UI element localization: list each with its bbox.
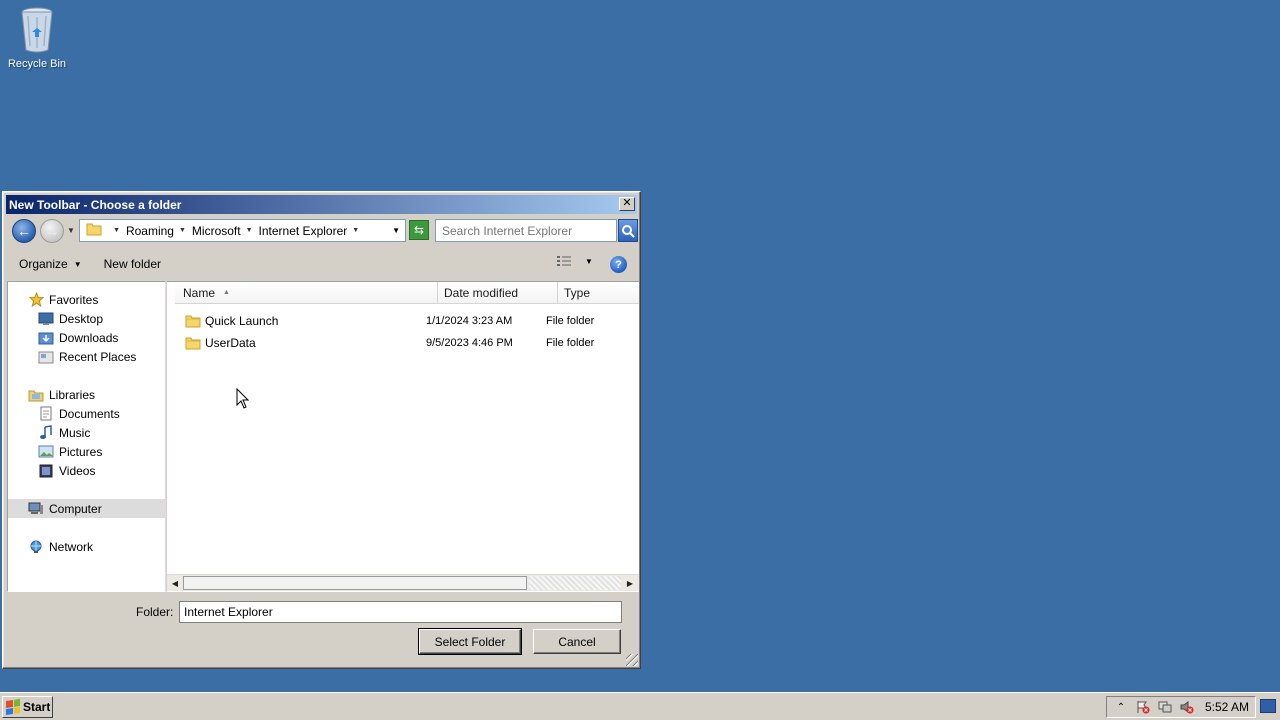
recycle-bin-shortcut[interactable]: Recycle Bin: [6, 6, 68, 70]
nav-videos[interactable]: Videos: [8, 461, 165, 480]
forward-button[interactable]: →: [40, 219, 64, 243]
videos-icon: [38, 463, 54, 479]
file-name: Quick Launch: [205, 314, 279, 328]
search-icon: [622, 224, 635, 238]
scroll-left-icon[interactable]: ◀: [168, 576, 182, 590]
chevron-down-icon: ▼: [245, 227, 253, 234]
breadcrumb-root-chevron[interactable]: ▼: [108, 227, 120, 234]
file-list[interactable]: Name ▲ Date modified Type Quick Launch 1…: [167, 281, 639, 592]
file-date: 1/1/2024 3:23 AM: [426, 315, 513, 327]
organize-button[interactable]: Organize ▼: [13, 257, 88, 271]
taskbar: Start ⌃ 5:52 AM: [0, 692, 1280, 720]
search-button[interactable]: [618, 219, 638, 242]
show-desktop-button[interactable]: [1260, 699, 1276, 713]
close-icon: ✕: [622, 197, 632, 209]
file-type: File folder: [546, 315, 595, 327]
action-center-icon[interactable]: [1135, 699, 1151, 715]
address-history-dropdown[interactable]: ▼: [392, 226, 400, 235]
nav-libraries[interactable]: Libraries: [8, 385, 165, 404]
downloads-icon: [38, 330, 54, 346]
file-row[interactable]: UserData 9/5/2023 4:46 PM File folder: [185, 332, 635, 354]
start-button[interactable]: Start: [2, 696, 53, 718]
close-button[interactable]: ✕: [619, 197, 635, 211]
horizontal-scrollbar[interactable]: ◀ ▶: [167, 574, 639, 591]
chevron-down-icon[interactable]: ▼: [585, 257, 593, 266]
nav-computer[interactable]: Computer: [8, 499, 165, 518]
show-hidden-icons-icon[interactable]: ⌃: [1113, 699, 1129, 715]
forward-arrow-icon: →: [45, 223, 59, 239]
help-icon: ?: [615, 258, 622, 271]
change-view-button[interactable]: ▼: [557, 256, 593, 266]
nav-network[interactable]: Network: [8, 537, 165, 556]
scroll-right-icon[interactable]: ▶: [623, 576, 637, 590]
scrollbar-track[interactable]: [529, 576, 621, 590]
nav-recent-places[interactable]: Recent Places: [8, 347, 165, 366]
nav-favorites[interactable]: Favorites: [8, 290, 165, 309]
choose-folder-dialog: New Toolbar - Choose a folder ✕ ← → ▼ ▼ …: [2, 191, 641, 669]
breadcrumb-internet-explorer[interactable]: Internet Explorer ▼: [259, 224, 360, 238]
nav-desktop[interactable]: Desktop: [8, 309, 165, 328]
refresh-icon: ⇆: [413, 223, 425, 237]
nav-music[interactable]: Music: [8, 423, 165, 442]
breadcrumb-roaming[interactable]: Roaming ▼: [126, 224, 186, 238]
cancel-button[interactable]: Cancel: [533, 629, 621, 654]
sort-ascending-icon: ▲: [223, 289, 230, 296]
file-name: UserData: [205, 336, 256, 350]
scrollbar-thumb[interactable]: [183, 576, 527, 590]
computer-icon: [28, 501, 44, 517]
refresh-button[interactable]: ⇆: [409, 220, 429, 240]
help-button[interactable]: ?: [610, 256, 627, 273]
chevron-down-icon: ▼: [352, 227, 360, 234]
column-header-name[interactable]: Name ▲: [175, 282, 438, 304]
details-view-icon: [557, 256, 571, 266]
network-status-icon[interactable]: [1157, 699, 1173, 715]
recent-places-icon: [38, 349, 54, 365]
search-input[interactable]: [435, 219, 617, 242]
chevron-down-icon: ▼: [178, 227, 186, 234]
file-type: File folder: [546, 337, 595, 349]
file-date: 9/5/2023 4:46 PM: [426, 337, 513, 349]
nav-downloads[interactable]: Downloads: [8, 328, 165, 347]
back-arrow-icon: ←: [17, 223, 31, 239]
recycle-bin-icon: [18, 6, 56, 54]
dialog-titlebar[interactable]: New Toolbar - Choose a folder ✕: [6, 195, 637, 214]
command-toolbar: Organize ▼ New folder ▼ ?: [7, 250, 637, 278]
network-icon: [28, 539, 44, 555]
select-folder-button[interactable]: Select Folder: [418, 628, 522, 655]
folder-field[interactable]: [179, 601, 622, 623]
chevron-down-icon: ▼: [73, 259, 82, 269]
file-row[interactable]: Quick Launch 1/1/2024 3:23 AM File folde…: [185, 310, 635, 332]
documents-icon: [38, 406, 54, 422]
new-folder-button[interactable]: New folder: [98, 257, 167, 271]
nav-documents[interactable]: Documents: [8, 404, 165, 423]
folder-field-label: Folder:: [136, 605, 174, 619]
column-header-type[interactable]: Type: [558, 282, 639, 304]
back-button[interactable]: ←: [12, 219, 36, 243]
system-tray: ⌃ 5:52 AM: [1106, 696, 1256, 718]
volume-muted-icon[interactable]: [1179, 699, 1195, 715]
recent-pages-dropdown[interactable]: ▼: [67, 226, 75, 235]
breadcrumb-microsoft[interactable]: Microsoft ▼: [192, 224, 253, 238]
folder-icon: [185, 336, 201, 350]
column-header-date-modified[interactable]: Date modified: [438, 282, 558, 304]
folder-icon: [86, 222, 102, 239]
clock[interactable]: 5:52 AM: [1205, 700, 1249, 714]
desktop-icon: [38, 311, 54, 327]
star-icon: [28, 292, 44, 308]
libraries-icon: [28, 387, 44, 403]
mouse-cursor-icon: [236, 388, 250, 409]
navigation-pane[interactable]: Favorites Desktop Downloads Recent Place…: [7, 281, 166, 592]
recycle-bin-label: Recycle Bin: [7, 58, 67, 70]
nav-pictures[interactable]: Pictures: [8, 442, 165, 461]
address-bar[interactable]: ▼ Roaming ▼ Microsoft ▼ Internet Explorer ▼…: [79, 219, 406, 242]
folder-icon: [185, 314, 201, 328]
resize-grip[interactable]: [626, 654, 638, 666]
music-icon: [38, 425, 54, 441]
pictures-icon: [38, 444, 54, 460]
address-row: ← → ▼ ▼ Roaming ▼ Microsoft ▼ Internet Exp…: [7, 217, 638, 245]
dialog-title: New Toolbar - Choose a folder: [9, 197, 182, 212]
windows-logo-icon: [6, 699, 20, 715]
